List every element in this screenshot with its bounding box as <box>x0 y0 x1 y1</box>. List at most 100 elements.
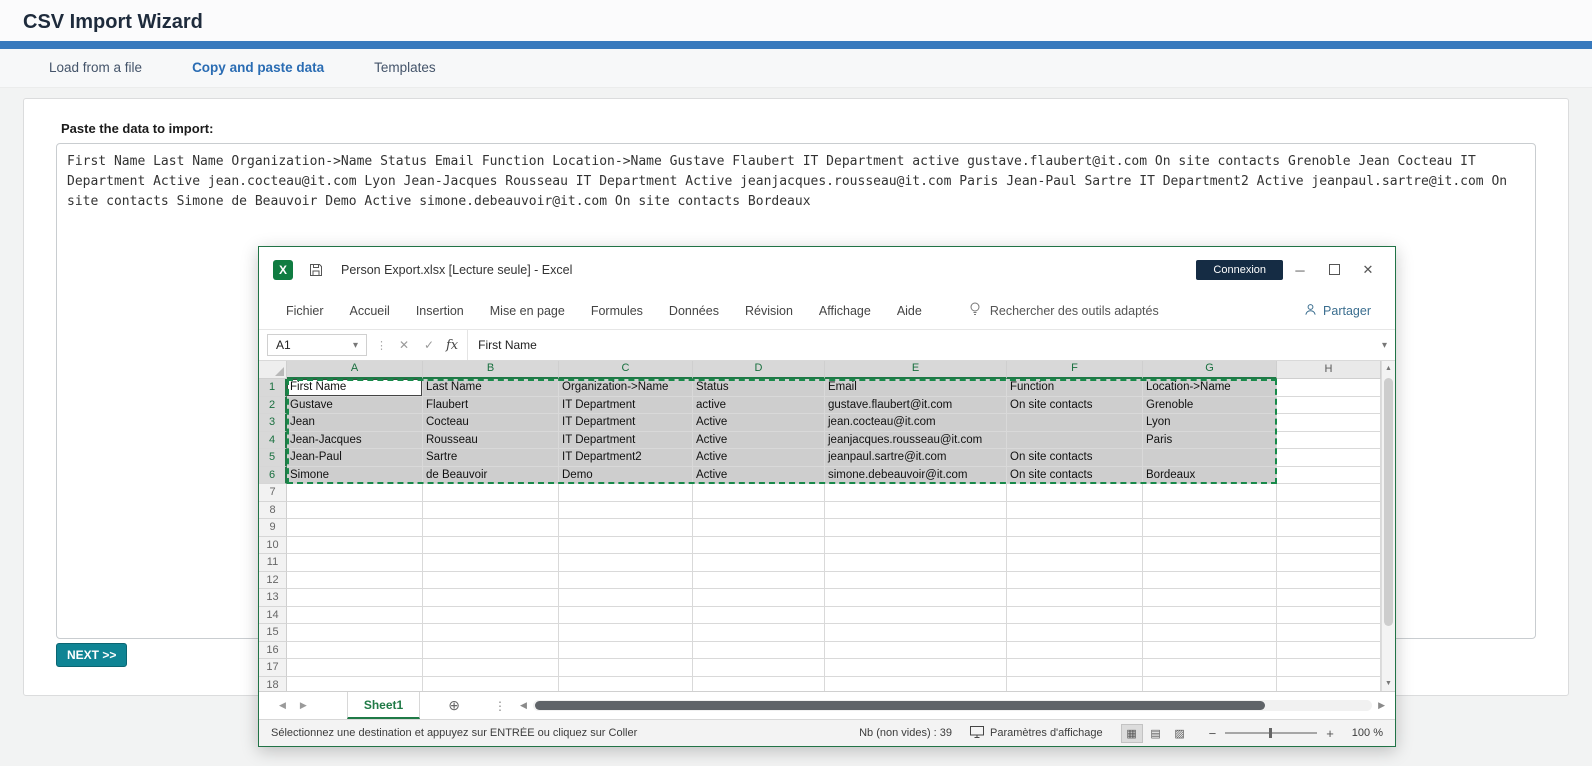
cell-A7[interactable] <box>287 484 423 502</box>
cell-B6[interactable]: de Beauvoir <box>423 467 559 485</box>
cell-E1[interactable]: Email <box>825 379 1007 397</box>
cell-E10[interactable] <box>825 537 1007 555</box>
cell-C9[interactable] <box>559 519 693 537</box>
cell-A1[interactable]: First Name <box>287 379 423 397</box>
column-header-D[interactable]: D <box>693 361 825 379</box>
cell-F5[interactable]: On site contacts <box>1007 449 1143 467</box>
confirm-entry-icon[interactable]: ✓ <box>421 338 437 352</box>
cell-G3[interactable]: Lyon <box>1143 414 1277 432</box>
cell-H1[interactable] <box>1277 379 1381 397</box>
zoom-slider-thumb[interactable] <box>1269 728 1272 738</box>
row-header-5[interactable]: 5 <box>259 449 287 467</box>
ribbon-tab-affichage[interactable]: Affichage <box>806 293 884 329</box>
row-header-6[interactable]: 6 <box>259 467 287 485</box>
cell-A2[interactable]: Gustave <box>287 397 423 415</box>
cell-B3[interactable]: Cocteau <box>423 414 559 432</box>
cell-C12[interactable] <box>559 572 693 590</box>
zoom-level[interactable]: 100 % <box>1352 727 1383 739</box>
cell-E16[interactable] <box>825 642 1007 660</box>
column-header-F[interactable]: F <box>1007 361 1143 379</box>
cell-H10[interactable] <box>1277 537 1381 555</box>
row-header-13[interactable]: 13 <box>259 589 287 607</box>
ribbon-tab-r-vision[interactable]: Révision <box>732 293 806 329</box>
row-header-10[interactable]: 10 <box>259 537 287 555</box>
cell-G8[interactable] <box>1143 502 1277 520</box>
cell-H8[interactable] <box>1277 502 1381 520</box>
cell-F15[interactable] <box>1007 624 1143 642</box>
cell-G4[interactable]: Paris <box>1143 432 1277 450</box>
cell-A12[interactable] <box>287 572 423 590</box>
cell-E7[interactable] <box>825 484 1007 502</box>
cell-E11[interactable] <box>825 554 1007 572</box>
cell-A17[interactable] <box>287 659 423 677</box>
cell-H5[interactable] <box>1277 449 1381 467</box>
cell-H9[interactable] <box>1277 519 1381 537</box>
cell-D16[interactable] <box>693 642 825 660</box>
row-header-2[interactable]: 2 <box>259 397 287 415</box>
cell-D1[interactable]: Status <box>693 379 825 397</box>
cell-E6[interactable]: simone.debeauvoir@it.com <box>825 467 1007 485</box>
cell-F3[interactable] <box>1007 414 1143 432</box>
cell-B16[interactable] <box>423 642 559 660</box>
cell-H7[interactable] <box>1277 484 1381 502</box>
column-header-B[interactable]: B <box>423 361 559 379</box>
formula-input[interactable]: First Name <box>467 330 1373 360</box>
cell-B17[interactable] <box>423 659 559 677</box>
cell-D3[interactable]: Active <box>693 414 825 432</box>
insert-function-icon[interactable]: fx <box>446 338 458 353</box>
cell-C6[interactable]: Demo <box>559 467 693 485</box>
column-header-E[interactable]: E <box>825 361 1007 379</box>
hscroll-track[interactable] <box>533 700 1372 711</box>
close-button[interactable]: ✕ <box>1351 262 1385 278</box>
vertical-scrollbar[interactable]: ▲ ▼ <box>1381 361 1395 691</box>
hscroll-thumb[interactable] <box>535 701 1265 710</box>
cell-B18[interactable] <box>423 677 559 692</box>
cell-H18[interactable] <box>1277 677 1381 692</box>
cell-G10[interactable] <box>1143 537 1277 555</box>
cell-H2[interactable] <box>1277 397 1381 415</box>
cell-D10[interactable] <box>693 537 825 555</box>
column-header-A[interactable]: A <box>287 361 423 379</box>
cell-C11[interactable] <box>559 554 693 572</box>
cell-A13[interactable] <box>287 589 423 607</box>
cell-F9[interactable] <box>1007 519 1143 537</box>
hscroll-left-icon[interactable]: ◀ <box>520 700 527 711</box>
cell-B13[interactable] <box>423 589 559 607</box>
cell-E4[interactable]: jeanjacques.rousseau@it.com <box>825 432 1007 450</box>
minimize-button[interactable]: ─ <box>1283 263 1317 278</box>
row-header-16[interactable]: 16 <box>259 642 287 660</box>
cell-G15[interactable] <box>1143 624 1277 642</box>
save-icon[interactable] <box>309 263 323 277</box>
add-sheet-button[interactable]: ⊕ <box>448 697 460 714</box>
cell-F2[interactable]: On site contacts <box>1007 397 1143 415</box>
cell-F13[interactable] <box>1007 589 1143 607</box>
cell-A18[interactable] <box>287 677 423 692</box>
cell-B4[interactable]: Rousseau <box>423 432 559 450</box>
select-all-corner[interactable] <box>259 361 287 379</box>
cell-H16[interactable] <box>1277 642 1381 660</box>
cell-A10[interactable] <box>287 537 423 555</box>
cell-B1[interactable]: Last Name <box>423 379 559 397</box>
cell-E17[interactable] <box>825 659 1007 677</box>
cell-A15[interactable] <box>287 624 423 642</box>
row-header-12[interactable]: 12 <box>259 572 287 590</box>
cell-C7[interactable] <box>559 484 693 502</box>
row-header-18[interactable]: 18 <box>259 677 287 692</box>
cell-G11[interactable] <box>1143 554 1277 572</box>
cell-B10[interactable] <box>423 537 559 555</box>
cell-D15[interactable] <box>693 624 825 642</box>
cell-F16[interactable] <box>1007 642 1143 660</box>
cell-C18[interactable] <box>559 677 693 692</box>
cell-A16[interactable] <box>287 642 423 660</box>
cell-D4[interactable]: Active <box>693 432 825 450</box>
cell-E3[interactable]: jean.cocteau@it.com <box>825 414 1007 432</box>
cell-E9[interactable] <box>825 519 1007 537</box>
cell-G6[interactable]: Bordeaux <box>1143 467 1277 485</box>
cell-B5[interactable]: Sartre <box>423 449 559 467</box>
cell-H3[interactable] <box>1277 414 1381 432</box>
tab-copy-and-paste-data[interactable]: Copy and paste data <box>167 49 349 87</box>
name-box[interactable]: A1 ▾ <box>267 334 367 356</box>
sheet-more-icon[interactable]: ⋮ <box>494 699 506 713</box>
cell-C15[interactable] <box>559 624 693 642</box>
cell-H15[interactable] <box>1277 624 1381 642</box>
